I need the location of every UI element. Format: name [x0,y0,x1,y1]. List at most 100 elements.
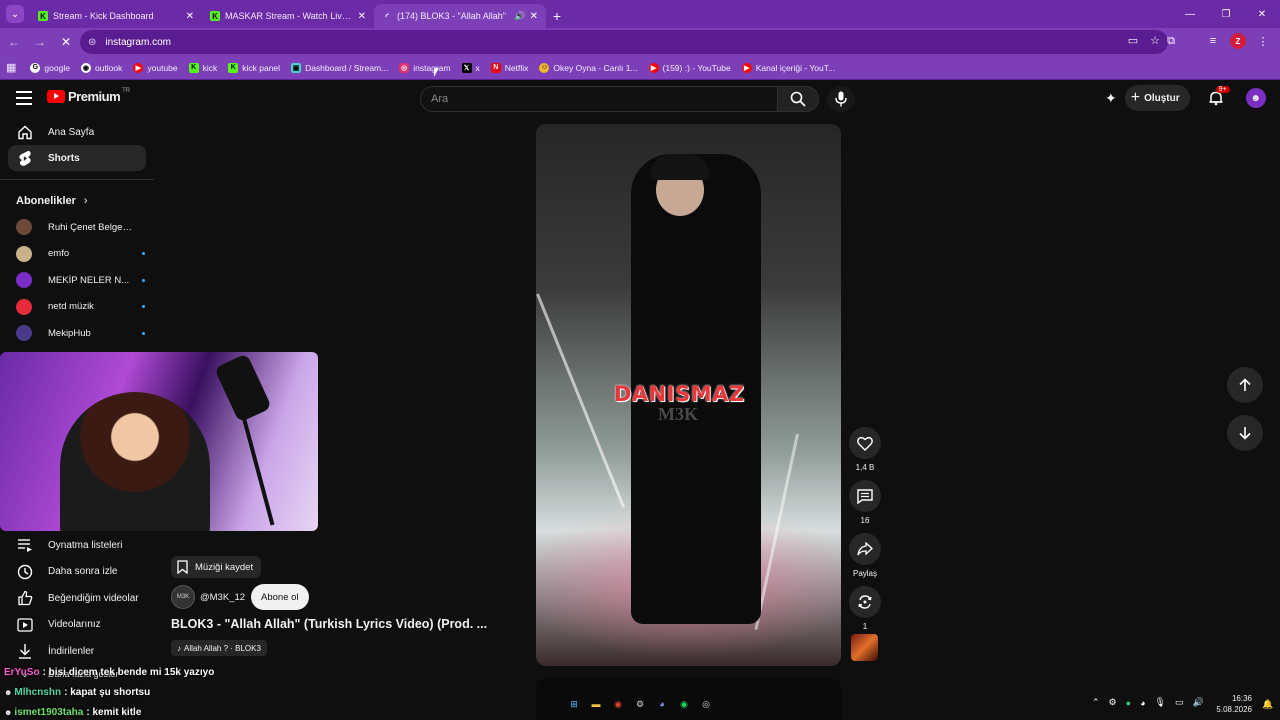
extensions-icon[interactable]: ⧉ [1160,30,1182,52]
search-icon [790,91,806,107]
subscribe-button[interactable]: Abone ol [251,584,309,610]
channel-name[interactable]: @M3K_12 [200,592,245,603]
status-dot-icon[interactable]: ● [1126,698,1131,708]
sidebar-item-playlists[interactable]: Oynatma listeleri [0,532,146,559]
like-action: 1,4 B [847,427,883,473]
remix-button[interactable] [849,586,881,618]
back-icon[interactable]: ← [2,30,26,54]
sound-thumbnail[interactable] [851,634,878,661]
media-control-icon[interactable]: ≡ [1202,30,1224,52]
bookmark-star-icon[interactable]: ☆ [1150,34,1160,47]
bookmark-youtube-159[interactable]: ▶ (159) :) - YouTube [648,62,731,73]
bookmark-youtube[interactable]: ▶ youtube [133,62,178,73]
bookmark-x[interactable]: 𝕏x [461,62,480,73]
subscription-item[interactable]: netd müzik [0,294,154,321]
profile-avatar[interactable]: Z [1230,33,1246,49]
bookmark-dashboard[interactable]: ▣ Dashboard / Stream... [291,62,388,73]
kick-icon: K [188,62,199,73]
channel-avatar[interactable]: M3K [171,585,195,609]
youtube-premium-logo[interactable]: Premium TR [47,88,130,104]
close-tab-icon[interactable]: ✕ [530,11,538,22]
bookmark-instagram[interactable]: ◎ instagram [399,62,451,73]
account-avatar[interactable]: ☻ [1245,88,1266,108]
subscription-item[interactable]: MEKİP NELER N... [0,267,154,294]
bookmark-channel-content[interactable]: ▶ Kanal içeriği - YouT... [741,62,835,73]
subscription-item[interactable]: MekipHub [0,320,154,347]
close-window-icon[interactable]: ✕ [1244,0,1280,28]
bookmark-kick[interactable]: Kkick [188,62,217,73]
bookmark-google[interactable]: Ggoogle [30,62,70,73]
tray-chevron-icon[interactable]: ⌃ [1092,697,1100,708]
bookmark-label: Netflix [504,62,529,73]
subscription-item[interactable]: emfo [0,241,154,268]
close-tab-icon[interactable]: ✕ [186,11,194,22]
hamburger-menu-icon[interactable] [16,91,32,105]
dashboard-icon: ▣ [291,62,302,73]
gemini-sparkle-icon[interactable]: ✦ [1105,90,1117,107]
new-tab-button[interactable]: + [546,4,568,28]
sidebar-item-downloads[interactable]: İndirilenler [0,638,146,665]
video-watermark: M3K [658,404,698,424]
sidebar-item-home[interactable]: Ana Sayfa [0,119,146,145]
tab-search-button[interactable]: ⌄ [6,5,24,23]
tab-kick-dashboard[interactable]: K Stream - Kick Dashboard ✕ [30,4,202,28]
sidebar-item-liked-videos[interactable]: Beğendiğim videolar [0,585,146,612]
next-short-button[interactable] [1227,415,1263,451]
share-button[interactable] [849,533,881,565]
windows-start-icon[interactable]: ⊞ [566,696,582,712]
close-tab-icon[interactable]: ✕ [358,11,366,22]
sidebar-item-your-videos[interactable]: Videolarınız [0,612,146,639]
subscriptions-heading-label: Abonelikler [16,195,76,207]
bookmark-okey[interactable]: ☺ Okey Oyna - Canlı 1... [539,62,638,73]
obs-icon[interactable]: ◎ [698,696,714,712]
music-tag[interactable]: ♪ Allah Allah ? · BLOK3 [171,640,267,656]
bookmark-label: youtube [147,62,178,73]
comments-button[interactable] [849,480,881,512]
address-bar[interactable]: ⊜ instagram.com ▭ ☆ [80,30,1168,54]
search-input[interactable]: Ara [420,86,778,112]
create-button[interactable]: + Oluştur [1124,85,1190,111]
share-label: Paylaş [852,569,877,578]
speaker-icon[interactable]: 🔊 [514,11,525,22]
clock-time: 16:36 [1231,694,1252,703]
spotify-icon[interactable]: ◉ [676,696,692,712]
subscriptions-heading[interactable]: Abonelikler › [0,188,154,214]
notifications-button[interactable]: 9+ [1204,86,1230,110]
subscription-item[interactable]: Ruhi Çenet Belgese... [0,214,154,241]
voice-search-button[interactable] [827,86,855,112]
forward-icon[interactable]: → [28,30,52,54]
restore-icon[interactable]: ❐ [1208,0,1244,28]
file-explorer-icon[interactable]: ▬ [588,696,604,712]
tab-maskar-stream[interactable]: K MASKAR Stream - Watch Live o ✕ [202,4,374,28]
stop-loading-icon[interactable]: ✕ [54,30,78,54]
like-button[interactable] [849,427,881,459]
save-music-button[interactable]: Müziği kaydet [171,556,262,578]
notification-center-icon[interactable]: 🔔 [1262,699,1273,710]
steam-tray-icon[interactable]: ⚙ [1109,697,1117,708]
search-button[interactable] [777,86,819,112]
display-tray-icon[interactable]: ▭ [1175,697,1184,708]
sidebar-item-shorts[interactable]: Shorts [8,145,146,171]
menu-icon[interactable]: ⋮ [1252,30,1274,52]
previous-short-button[interactable] [1227,367,1263,403]
minimize-icon[interactable]: — [1172,0,1208,28]
discord-icon[interactable]: ◕ [654,696,670,712]
tab-youtube-short[interactable]: ◜ (174) BLOK3 - "Allah Allah" 🔊 ✕ [374,4,546,28]
bookmark-netflix[interactable]: N Netflix [490,62,529,73]
short-title[interactable]: BLOK3 - "Allah Allah" (Turkish Lyrics Vi… [171,617,487,631]
mic-tray-icon[interactable]: 🎙 [1155,697,1166,708]
apps-icon[interactable]: ▦ [6,61,16,74]
shorts-video-player[interactable]: DANISMAZ M3K [536,124,841,666]
cast-icon[interactable]: ▭ [1128,34,1138,47]
chrome-icon[interactable]: ◉ [610,696,626,712]
taskbar-clock[interactable]: 16:36 5.08.2026 [1214,693,1252,715]
steam-icon[interactable]: ⚙ [632,696,648,712]
bookmark-outlook[interactable]: ◉ outlook [80,62,122,73]
sidebar-item-watch-later[interactable]: Daha sonra izle [0,559,146,586]
url-text: instagram.com [105,36,171,48]
download-icon [16,642,34,660]
site-info-icon[interactable]: ⊜ [88,37,96,48]
bookmark-kick-panel[interactable]: Kkick panel [228,62,280,73]
volume-icon[interactable]: 🔊 [1192,697,1203,708]
discord-tray-icon[interactable]: ◕ [1140,698,1145,708]
